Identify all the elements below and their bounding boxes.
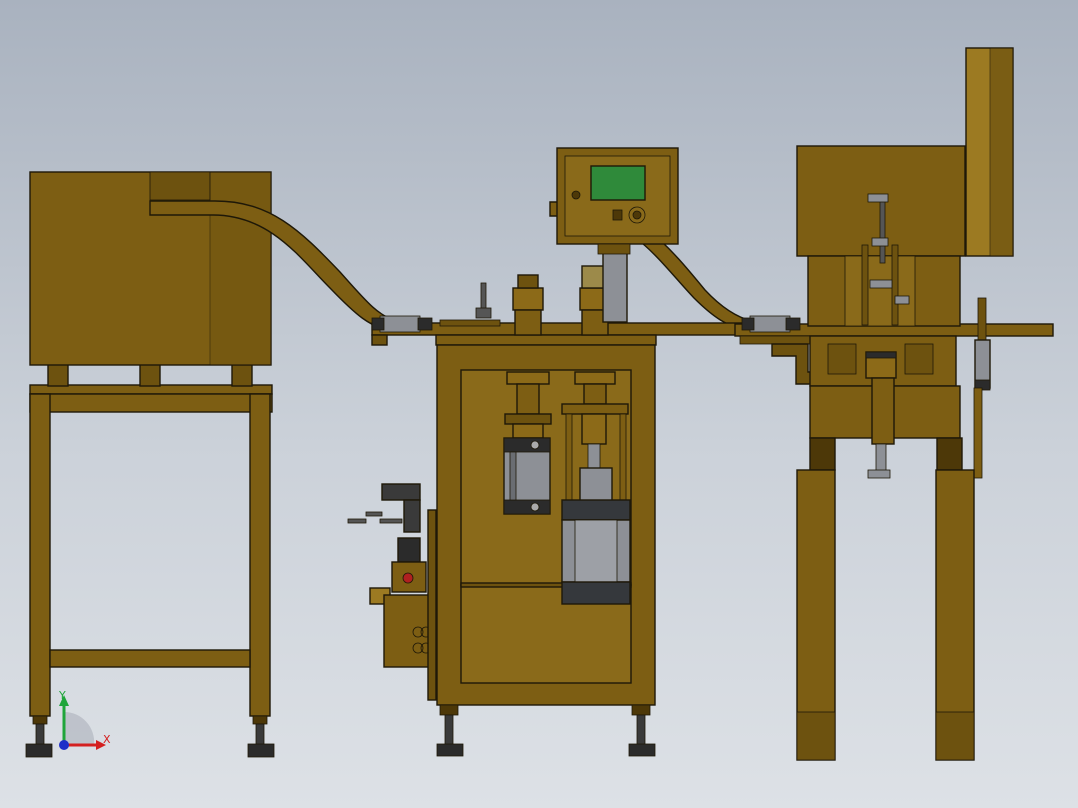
control-box	[556, 147, 679, 255]
triad-y-label: Y	[58, 689, 66, 702]
control-screen	[590, 165, 646, 201]
axis-triad: Y X	[58, 689, 111, 750]
air-filter-regulator	[347, 483, 437, 701]
triad-x-label: X	[103, 733, 111, 746]
machine-drawing: Y X	[25, 47, 1054, 761]
triad-z-axis	[59, 740, 69, 750]
cad-viewport[interactable]: Y X	[0, 0, 1078, 808]
assembly-station	[796, 193, 991, 761]
upper-hopper	[796, 47, 1014, 257]
